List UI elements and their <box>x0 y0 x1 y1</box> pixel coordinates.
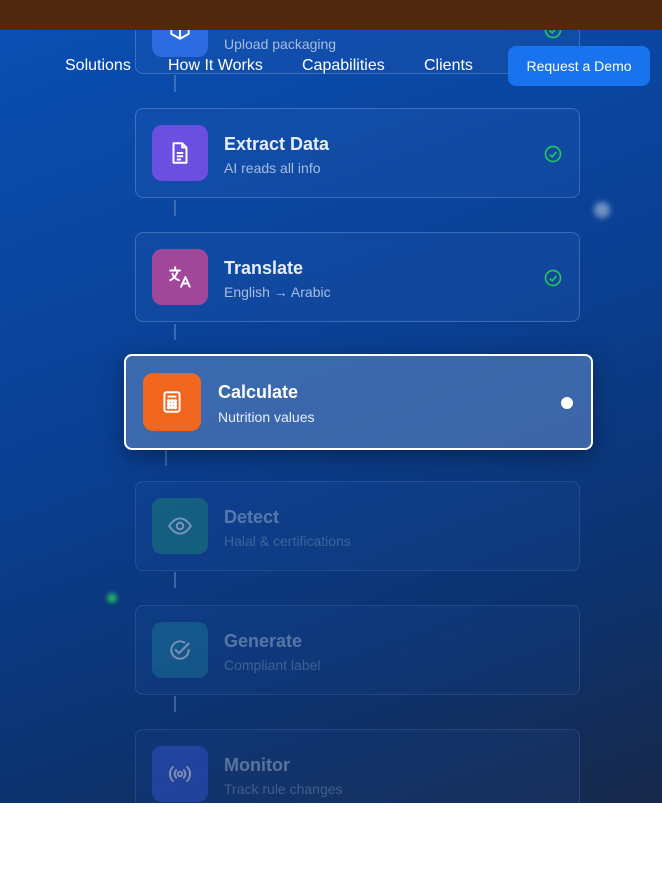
step-connector <box>174 696 176 712</box>
step-monitor[interactable]: Monitor Track rule changes <box>135 729 580 803</box>
step-title: Calculate <box>218 382 299 402</box>
step-connector <box>165 449 167 466</box>
main-nav: Solutions How It Works Capabilities Clie… <box>0 46 662 86</box>
nav-link-solutions[interactable]: Solutions <box>65 57 131 75</box>
step-subtitle: Track rule changes <box>224 781 343 797</box>
translate-icon <box>152 249 208 305</box>
nav-link-capabilities[interactable]: Capabilities <box>302 57 385 75</box>
calculator-icon <box>143 373 201 431</box>
step-translate[interactable]: Translate English → Arabic <box>135 232 580 322</box>
step-subtitle: English → Arabic <box>224 284 331 300</box>
step-title: Monitor <box>224 755 290 775</box>
eye-icon <box>152 498 208 554</box>
step-extract-data[interactable]: Extract Data AI reads all info <box>135 108 580 198</box>
step-calculate[interactable]: Calculate Nutrition values <box>124 354 593 450</box>
check-circle-icon <box>544 269 562 287</box>
step-title: Generate <box>224 631 303 651</box>
step-connector <box>174 200 176 216</box>
step-subtitle: Compliant label <box>224 657 321 673</box>
broadcast-icon <box>152 746 208 802</box>
step-title: Translate <box>224 258 304 278</box>
decorative-glow <box>594 202 610 218</box>
active-indicator <box>561 397 573 409</box>
check-circle-icon <box>544 30 562 39</box>
step-connector <box>174 572 176 588</box>
document-icon <box>152 125 208 181</box>
check-circle-icon <box>544 145 562 163</box>
top-bar <box>0 0 662 30</box>
step-subtitle: Nutrition values <box>218 409 315 425</box>
hero-section: Upload packaging Extract Data AI reads a… <box>0 30 662 803</box>
step-title: Detect <box>224 507 280 527</box>
step-generate[interactable]: Generate Compliant label <box>135 605 580 695</box>
nav-link-clients[interactable]: Clients <box>424 57 473 75</box>
step-title: Extract Data <box>224 134 330 154</box>
step-subtitle: Halal & certifications <box>224 533 351 549</box>
nav-link-how-it-works[interactable]: How It Works <box>168 57 263 75</box>
step-connector <box>174 324 176 340</box>
step-detect[interactable]: Detect Halal & certifications <box>135 481 580 571</box>
decorative-glow <box>107 593 117 603</box>
request-demo-button[interactable]: Request a Demo <box>508 46 650 86</box>
check-circle-icon <box>152 622 208 678</box>
step-subtitle: AI reads all info <box>224 160 321 176</box>
